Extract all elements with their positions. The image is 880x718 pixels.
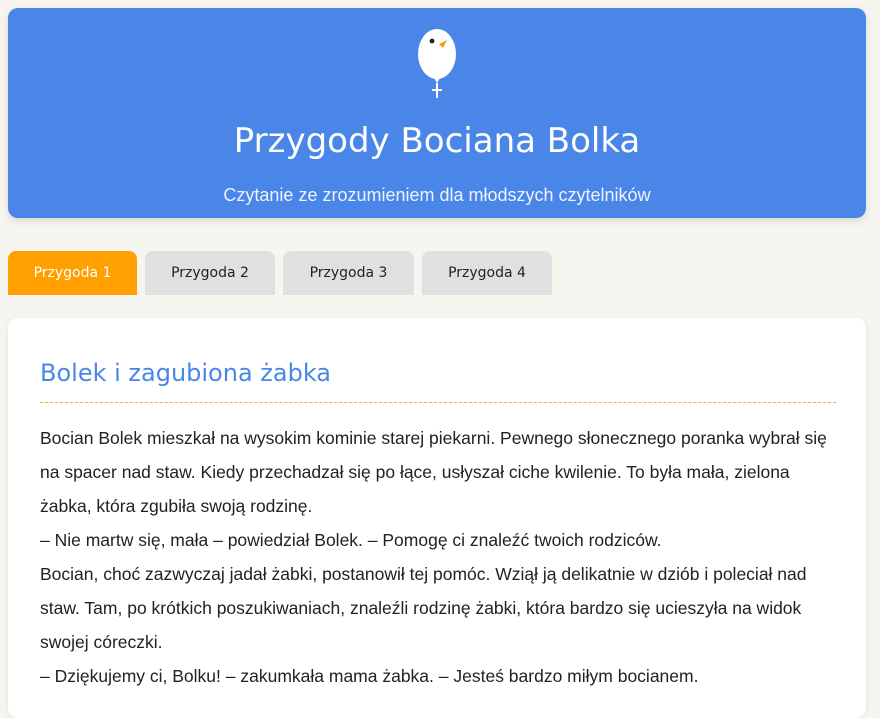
story-text: Bocian Bolek mieszkał na wysokim kominie… <box>40 421 840 693</box>
story-title: Bolek i zagubiona żabka <box>40 359 332 387</box>
page-title: Przygody Bociana Bolka <box>233 121 641 161</box>
balloon-stork-icon <box>418 29 456 98</box>
story-paragraph: – Dziękujemy ci, Bolku! – zakumkała mama… <box>40 666 699 686</box>
story-paragraph: Bocian Bolek mieszkał na wysokim kominie… <box>40 428 827 516</box>
tab-przygoda-4[interactable]: Przygoda 4 <box>422 251 552 295</box>
tab-przygoda-3[interactable]: Przygoda 3 <box>283 251 414 295</box>
tab-przygoda-2[interactable]: Przygoda 2 <box>145 251 275 295</box>
story-paragraph: Bocian, choć zazwyczaj jadał żabki, post… <box>40 564 807 652</box>
title-divider <box>40 402 836 403</box>
page-subtitle: Czytanie ze zrozumieniem dla młodszych c… <box>223 185 651 205</box>
page-header: Przygody Bociana Bolka Czytanie ze zrozu… <box>8 8 866 218</box>
tab-przygoda-1[interactable]: Przygoda 1 <box>8 251 137 295</box>
story-card: Bolek i zagubiona żabka Bocian Bolek mie… <box>8 318 866 718</box>
story-paragraph: – Nie martw się, mała – powiedział Bolek… <box>40 530 662 550</box>
